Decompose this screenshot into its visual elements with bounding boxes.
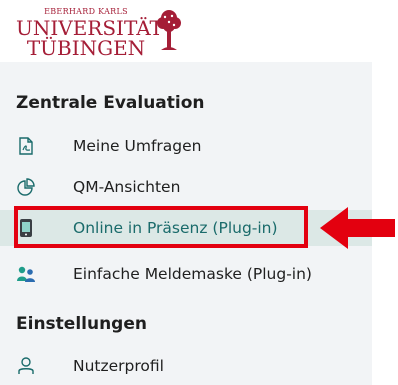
pdf-document-icon	[16, 136, 36, 156]
annotation-highlight-box	[14, 206, 308, 248]
logo-wordmark: EBERHARD KARLS UNIVERSITÄT TÜBINGEN	[16, 7, 163, 60]
logo-line-2: UNIVERSITÄT	[16, 16, 163, 40]
section-heading-einstellungen: Einstellungen	[16, 314, 147, 334]
user-icon	[16, 356, 36, 376]
nav-item-nutzerprofil[interactable]: Nutzerprofil	[16, 349, 372, 383]
people-group-icon	[16, 264, 36, 284]
nav-item-label: Meine Umfragen	[73, 137, 202, 155]
tree-emblem-icon	[157, 10, 181, 50]
nav-item-meine-umfragen[interactable]: Meine Umfragen	[16, 129, 372, 163]
annotation-arrow-icon	[320, 207, 395, 249]
pie-chart-icon	[16, 177, 36, 197]
nav-item-einfache-meldemaske[interactable]: Einfache Meldemaske (Plug-in)	[16, 257, 372, 291]
section-heading-zentrale-evaluation: Zentrale Evaluation	[16, 93, 205, 113]
logo-line-3: TÜBINGEN	[26, 36, 146, 60]
nav-item-qm-ansichten[interactable]: QM-Ansichten	[16, 170, 372, 204]
university-logo[interactable]: EBERHARD KARLS UNIVERSITÄT TÜBINGEN	[0, 0, 372, 62]
nav-item-label: Nutzerprofil	[73, 357, 164, 375]
logo-line-1: EBERHARD KARLS	[44, 7, 128, 16]
nav-item-label: Einfache Meldemaske (Plug-in)	[73, 265, 312, 283]
nav-item-label: QM-Ansichten	[73, 178, 181, 196]
